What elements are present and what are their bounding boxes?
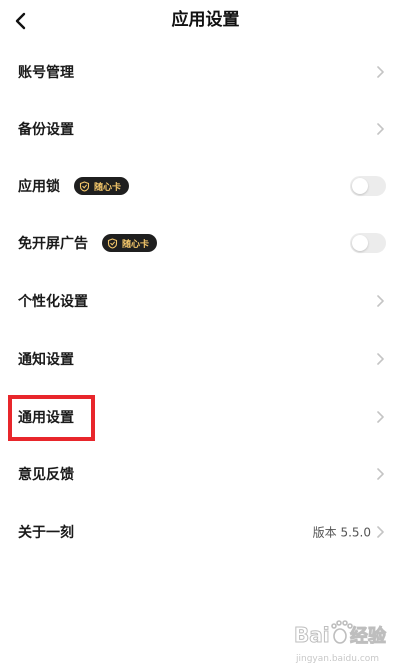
vip-card-badge: 随心卡 — [74, 177, 130, 195]
watermark-url: jingyan.baidu.com — [296, 654, 380, 664]
settings-row-personalization[interactable]: 个性化设置 — [0, 273, 411, 329]
settings-row-backup[interactable]: 备份设置 — [0, 101, 411, 157]
svg-text:经验: 经验 — [350, 625, 387, 647]
settings-row-notifications[interactable]: 通知设置 — [0, 331, 411, 387]
no-splash-ad-toggle[interactable] — [350, 233, 386, 253]
badge-label: 随心卡 — [94, 182, 122, 193]
page-title: 应用设置 — [171, 10, 240, 30]
vip-card-badge: 随心卡 — [102, 234, 158, 252]
row-label: 通知设置 — [18, 352, 74, 368]
settings-row-about[interactable]: 关于一刻 版本 5.5.0 — [0, 504, 411, 560]
app-settings-screen: 应用设置 账号管理 备份设置 应用锁 随心卡 免开屏广告 随心卡 个性化设置 通… — [0, 0, 411, 670]
chevron-right-icon — [377, 468, 384, 480]
row-label: 备份设置 — [18, 122, 74, 138]
app-lock-toggle[interactable] — [350, 176, 386, 196]
settings-row-app-lock: 应用锁 随心卡 — [0, 158, 411, 214]
row-label: 关于一刻 — [18, 525, 74, 541]
highlight-annotation-box — [8, 395, 95, 441]
settings-row-feedback[interactable]: 意见反馈 — [0, 446, 411, 502]
row-label: 账号管理 — [18, 65, 74, 81]
row-label: 免开屏广告 — [18, 236, 88, 252]
row-label: 个性化设置 — [18, 294, 88, 310]
toggle-knob — [352, 235, 368, 251]
shield-icon — [79, 180, 90, 192]
badge-label: 随心卡 — [122, 239, 150, 250]
chevron-right-icon — [377, 295, 384, 307]
chevron-right-icon — [377, 66, 384, 78]
baidu-watermark: Bai 经验 jingyan.baidu.com — [290, 614, 402, 664]
chevron-right-icon — [377, 411, 384, 423]
row-label: 应用锁 — [18, 179, 60, 195]
shield-icon — [107, 237, 118, 249]
settings-row-no-splash-ad: 免开屏广告 随心卡 — [0, 215, 411, 271]
svg-text:Bai: Bai — [294, 623, 330, 647]
chevron-right-icon — [377, 526, 384, 538]
chevron-right-icon — [377, 123, 384, 135]
baidu-logo-icon: Bai 经验 — [294, 620, 387, 648]
toggle-knob — [352, 178, 368, 194]
navigation-bar: 应用设置 — [0, 0, 411, 42]
row-label: 意见反馈 — [18, 467, 74, 483]
settings-row-account[interactable]: 账号管理 — [0, 44, 411, 100]
chevron-right-icon — [377, 353, 384, 365]
version-text: 版本 5.5.0 — [312, 525, 371, 540]
